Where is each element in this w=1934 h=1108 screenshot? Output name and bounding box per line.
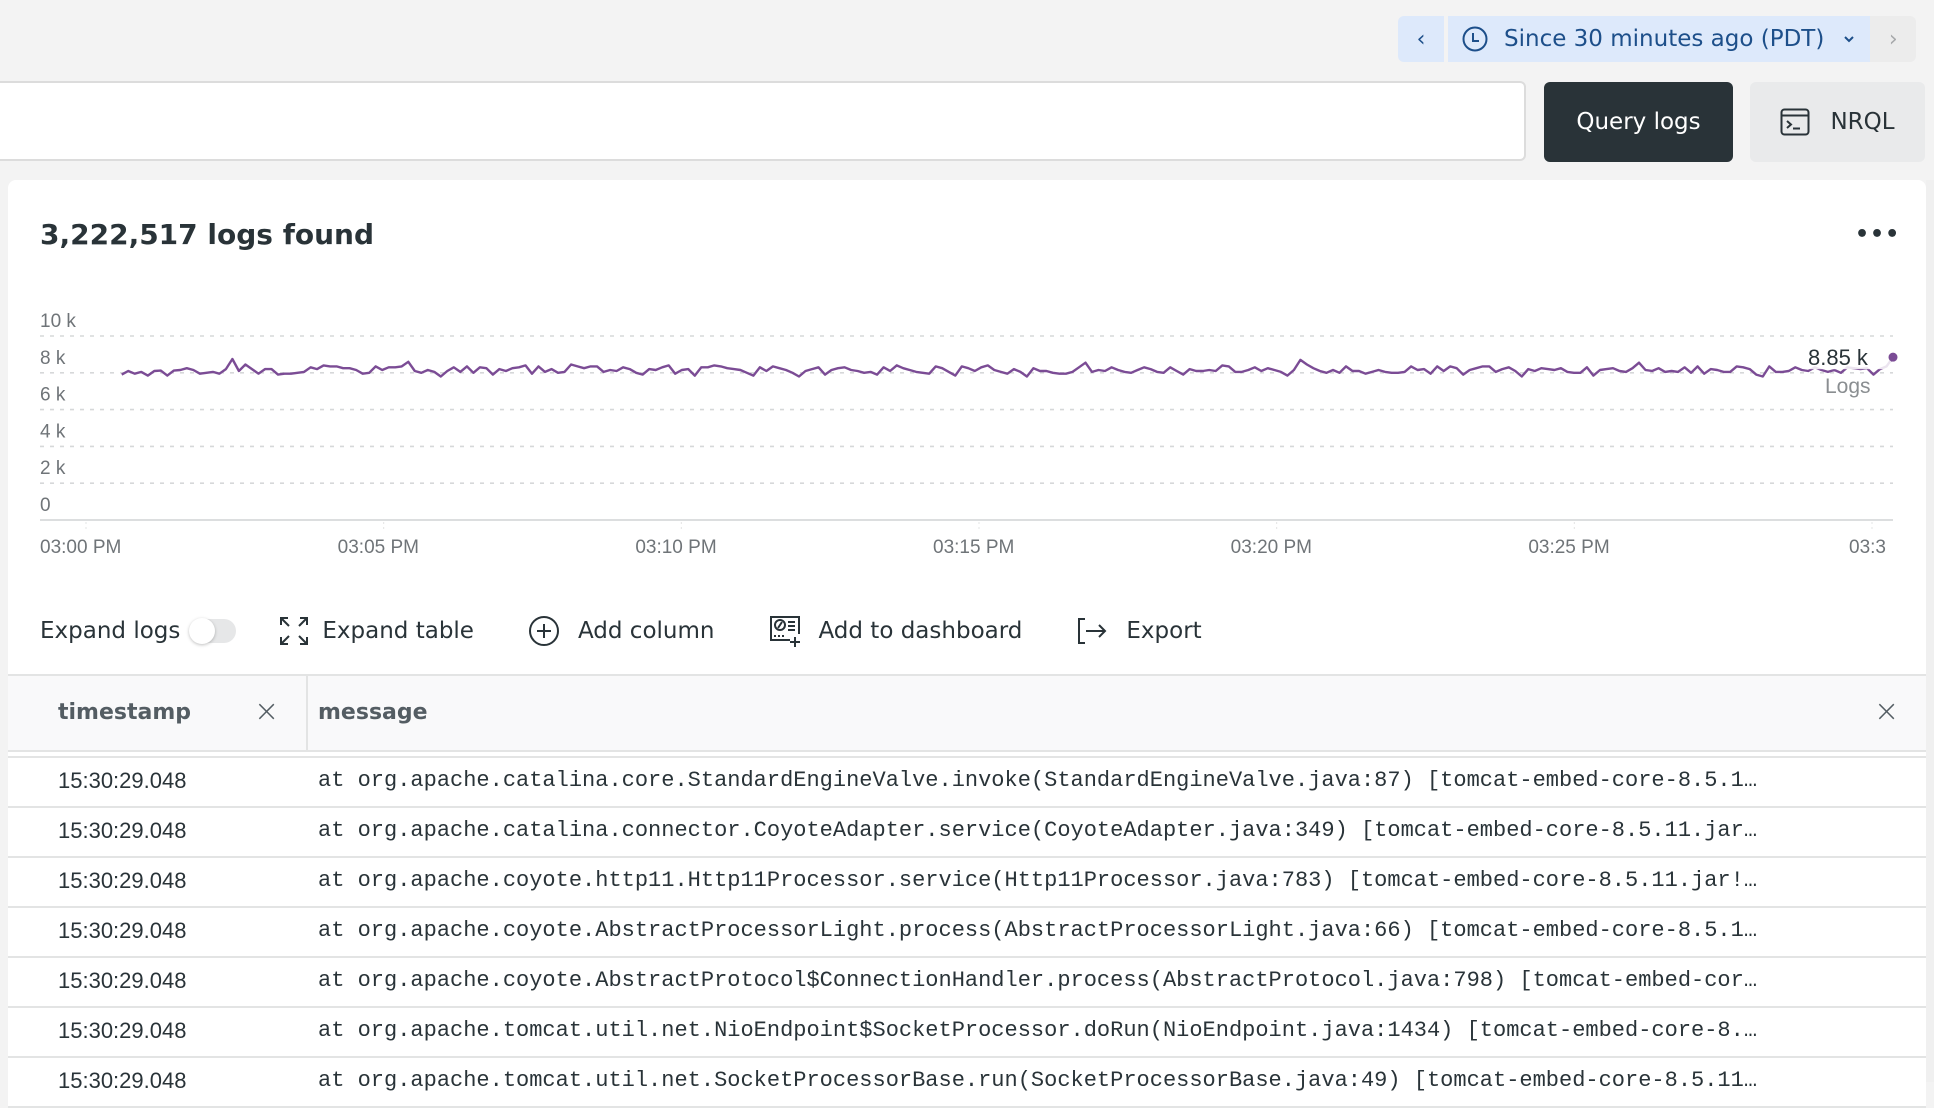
x-tick-label: 03:00 PM — [40, 537, 121, 558]
expand-table-label: Expand table — [322, 618, 474, 644]
y-tick-label: 6 k — [40, 385, 66, 406]
cell-message: at org.apache.coyote.AbstractProcessorLi… — [318, 918, 1758, 943]
results-count-title: 3,222,517 logs found — [40, 218, 375, 251]
y-tick-label: 0 — [40, 495, 51, 516]
add-to-dashboard-button[interactable]: Add to dashboard — [768, 614, 1022, 648]
logs-chart: 0 2 k 4 k 6 k 8 k 10 k 03:00 PM 03:05 PM 03:10 … — [40, 311, 1898, 558]
expand-logs-toggle[interactable]: Expand logs — [40, 618, 237, 644]
cell-message: at org.apache.coyote.http11.Http11Proces… — [318, 868, 1758, 893]
query-input-box[interactable] — [0, 81, 1526, 161]
clock-icon — [1462, 26, 1488, 52]
chevron-right-icon: › — [1888, 26, 1898, 52]
last-value-label: 8.85 k — [1808, 345, 1869, 370]
remove-message-column-icon[interactable]: × — [1874, 694, 1899, 729]
add-column-button[interactable]: Add column — [528, 615, 715, 647]
logs-table: timestamp × message × 15:30:29.048 at or… — [8, 674, 1926, 1108]
cell-message: at org.apache.catalina.connector.CoyoteA… — [318, 818, 1758, 843]
cell-timestamp: 15:30:29.048 — [58, 918, 187, 943]
query-logs-label: Query logs — [1576, 109, 1701, 135]
cell-timestamp: 15:30:29.048 — [58, 968, 187, 993]
plus-circle-icon — [528, 616, 559, 646]
y-tick-label: 2 k — [40, 458, 66, 479]
query-logs-button[interactable]: Query logs — [1544, 82, 1733, 162]
dashboard-add-icon — [770, 616, 801, 647]
cell-timestamp: 15:30:29.048 — [58, 818, 187, 843]
time-range-dropdown[interactable]: Since 30 minutes ago (PDT) — [1448, 16, 1871, 62]
table-header: timestamp × message × — [8, 674, 1926, 752]
more-options-icon[interactable]: ••• — [1855, 222, 1900, 247]
nrql-button[interactable]: NRQL — [1750, 82, 1925, 162]
table-toolbar: Expand logs Expand table Add column Add … — [40, 611, 1202, 651]
cell-timestamp: 15:30:29.048 — [58, 868, 187, 893]
table-row[interactable]: 15:30:29.048 at org.apache.coyote.Abstra… — [8, 958, 1926, 1008]
y-tick-label: 10 k — [40, 311, 76, 332]
column-divider[interactable] — [306, 676, 308, 752]
x-axis: 03:00 PM 03:05 PM 03:10 PM 03:15 PM 03:20 PM… — [40, 522, 1886, 558]
x-tick-label: 03:25 PM — [1528, 537, 1609, 558]
cell-message: at org.apache.tomcat.util.net.SocketProc… — [318, 1068, 1758, 1093]
nrql-label: NRQL — [1830, 109, 1895, 135]
x-tick-label: 03:20 PM — [1231, 537, 1312, 558]
table-row[interactable]: 15:30:29.048 at org.apache.tomcat.util.n… — [8, 1058, 1926, 1108]
add-to-dashboard-label: Add to dashboard — [818, 618, 1023, 644]
x-tick-label: 03:05 PM — [338, 537, 419, 558]
table-body: 15:30:29.048 at org.apache.catalina.core… — [8, 752, 1926, 1108]
query-input[interactable] — [0, 83, 1524, 159]
export-icon — [1078, 618, 1107, 644]
export-label: Export — [1126, 618, 1202, 644]
terminal-icon — [1780, 108, 1810, 136]
y-tick-label: 8 k — [40, 348, 66, 369]
column-header-timestamp[interactable]: timestamp — [58, 700, 191, 725]
time-next-button[interactable]: › — [1870, 16, 1917, 62]
column-header-message[interactable]: message — [318, 700, 428, 725]
expand-logs-switch[interactable] — [189, 618, 237, 644]
series-end-label: 8.85 k Logs — [1805, 343, 1898, 398]
table-row[interactable]: 15:30:29.048 at org.apache.catalina.conn… — [8, 808, 1926, 858]
time-picker: ‹ Since 30 minutes ago (PDT) › — [1398, 16, 1917, 62]
expand-icon — [280, 617, 309, 645]
remove-timestamp-column-icon[interactable]: × — [254, 694, 279, 729]
add-column-label: Add column — [577, 618, 715, 644]
time-prev-button[interactable]: ‹ — [1398, 16, 1444, 62]
y-axis: 0 2 k 4 k 6 k 8 k 10 k — [40, 311, 76, 516]
series-name-label: Logs — [1825, 375, 1871, 398]
x-tick-label: 03:15 PM — [933, 537, 1014, 558]
cell-message: at org.apache.coyote.AbstractProtocol$Co… — [318, 968, 1758, 993]
cell-timestamp: 15:30:29.048 — [58, 768, 187, 793]
cell-message: at org.apache.tomcat.util.net.NioEndpoin… — [318, 1018, 1758, 1043]
table-row[interactable]: 15:30:29.048 at org.apache.coyote.http11… — [8, 858, 1926, 908]
chart-grid — [40, 335, 1893, 521]
series-line-logs — [121, 356, 1894, 378]
export-button[interactable]: Export — [1076, 615, 1202, 647]
table-row[interactable]: 15:30:29.048 at org.apache.coyote.Abstra… — [8, 908, 1926, 958]
chevron-down-icon — [1844, 36, 1855, 43]
x-tick-label: 03:10 PM — [635, 537, 716, 558]
chevron-left-icon: ‹ — [1416, 26, 1426, 52]
cell-timestamp: 15:30:29.048 — [58, 1068, 187, 1093]
expand-table-button[interactable]: Expand table — [278, 615, 474, 647]
toggle-knob — [189, 618, 216, 644]
cell-message: at org.apache.catalina.core.StandardEngi… — [318, 768, 1758, 793]
table-row[interactable]: 15:30:29.048 at org.apache.catalina.core… — [8, 756, 1926, 808]
table-row[interactable]: 15:30:29.048 at org.apache.tomcat.util.n… — [8, 1008, 1926, 1058]
time-range-label: Since 30 minutes ago (PDT) — [1504, 26, 1825, 52]
expand-logs-label: Expand logs — [40, 618, 181, 644]
series-end-dot — [1888, 352, 1898, 362]
cell-timestamp: 15:30:29.048 — [58, 1018, 187, 1043]
x-tick-label: 03:3 — [1849, 537, 1886, 558]
y-tick-label: 4 k — [40, 421, 66, 442]
